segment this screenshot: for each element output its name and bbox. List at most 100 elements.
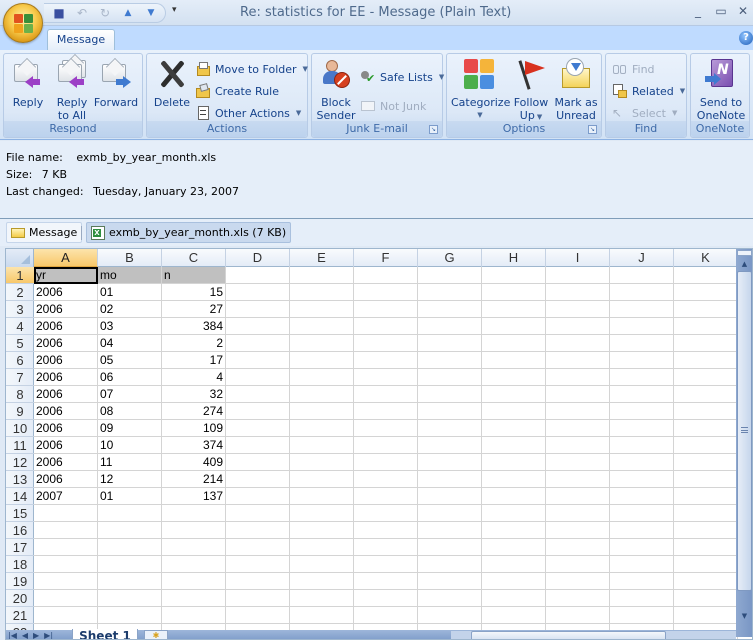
- cell-i14[interactable]: [546, 488, 610, 505]
- cell-d19[interactable]: [226, 573, 290, 590]
- cell-h4[interactable]: [482, 318, 546, 335]
- column-header-a[interactable]: A: [34, 249, 98, 267]
- other-actions-button[interactable]: Other Actions ▼: [195, 104, 301, 122]
- cell-g4[interactable]: [418, 318, 482, 335]
- reply-all-button[interactable]: Reply to All: [52, 58, 92, 122]
- cell-b8[interactable]: 07: [98, 386, 162, 403]
- cell-f16[interactable]: [354, 522, 418, 539]
- cell-c2[interactable]: 15: [162, 284, 226, 301]
- row-header-11[interactable]: 11: [6, 437, 34, 454]
- split-box[interactable]: [737, 250, 752, 256]
- cell-i6[interactable]: [546, 352, 610, 369]
- cell-g20[interactable]: [418, 590, 482, 607]
- not-junk-button[interactable]: Not Junk: [360, 97, 426, 115]
- cell-f5[interactable]: [354, 335, 418, 352]
- cell-f1[interactable]: [354, 267, 418, 284]
- cell-a1[interactable]: yr: [34, 267, 98, 284]
- cell-a12[interactable]: 2006: [34, 454, 98, 471]
- cell-h6[interactable]: [482, 352, 546, 369]
- cell-a20[interactable]: [34, 590, 98, 607]
- cell-b13[interactable]: 12: [98, 471, 162, 488]
- column-header-g[interactable]: G: [418, 249, 482, 267]
- cell-i1[interactable]: [546, 267, 610, 284]
- cell-a13[interactable]: 2006: [34, 471, 98, 488]
- cell-i3[interactable]: [546, 301, 610, 318]
- cell-a16[interactable]: [34, 522, 98, 539]
- cell-d5[interactable]: [226, 335, 290, 352]
- cell-c11[interactable]: 374: [162, 437, 226, 454]
- cell-g3[interactable]: [418, 301, 482, 318]
- cell-b11[interactable]: 10: [98, 437, 162, 454]
- cell-c10[interactable]: 109: [162, 420, 226, 437]
- close-button[interactable]: ✕: [735, 4, 751, 18]
- cell-a21[interactable]: [34, 607, 98, 624]
- cell-a3[interactable]: 2006: [34, 301, 98, 318]
- cell-c9[interactable]: 274: [162, 403, 226, 420]
- cell-e6[interactable]: [290, 352, 354, 369]
- cell-b4[interactable]: 03: [98, 318, 162, 335]
- dialog-launcher-icon[interactable]: ↘: [429, 125, 438, 134]
- categorize-button[interactable]: Categorize ▼: [451, 58, 510, 122]
- cell-d6[interactable]: [226, 352, 290, 369]
- cell-h5[interactable]: [482, 335, 546, 352]
- cell-b12[interactable]: 11: [98, 454, 162, 471]
- scroll-up-icon[interactable]: ▲: [737, 257, 752, 271]
- cell-c18[interactable]: [162, 556, 226, 573]
- cell-j7[interactable]: [610, 369, 674, 386]
- cell-j6[interactable]: [610, 352, 674, 369]
- cell-i21[interactable]: [546, 607, 610, 624]
- cell-f11[interactable]: [354, 437, 418, 454]
- cell-i16[interactable]: [546, 522, 610, 539]
- cell-a6[interactable]: 2006: [34, 352, 98, 369]
- cell-b9[interactable]: 08: [98, 403, 162, 420]
- horizontal-scroll-thumb[interactable]: [471, 631, 666, 639]
- cell-h15[interactable]: [482, 505, 546, 522]
- save-icon[interactable]: ■: [52, 6, 66, 20]
- cell-d15[interactable]: [226, 505, 290, 522]
- cell-e13[interactable]: [290, 471, 354, 488]
- cell-k4[interactable]: [674, 318, 738, 335]
- cell-c13[interactable]: 214: [162, 471, 226, 488]
- cell-h7[interactable]: [482, 369, 546, 386]
- cell-i9[interactable]: [546, 403, 610, 420]
- cell-k15[interactable]: [674, 505, 738, 522]
- row-header-10[interactable]: 10: [6, 420, 34, 437]
- cell-f4[interactable]: [354, 318, 418, 335]
- vertical-scrollbar[interactable]: ▲ ▼: [736, 249, 752, 637]
- cell-g9[interactable]: [418, 403, 482, 420]
- cell-f8[interactable]: [354, 386, 418, 403]
- cell-d1[interactable]: [226, 267, 290, 284]
- cell-h1[interactable]: [482, 267, 546, 284]
- cell-c16[interactable]: [162, 522, 226, 539]
- cell-h11[interactable]: [482, 437, 546, 454]
- cell-b19[interactable]: [98, 573, 162, 590]
- related-button[interactable]: Related ▼: [612, 82, 685, 100]
- cell-d20[interactable]: [226, 590, 290, 607]
- cell-i15[interactable]: [546, 505, 610, 522]
- cell-e21[interactable]: [290, 607, 354, 624]
- minimize-button[interactable]: _: [690, 4, 706, 18]
- cell-j12[interactable]: [610, 454, 674, 471]
- column-header-c[interactable]: C: [162, 249, 226, 267]
- scroll-down-icon[interactable]: ▼: [737, 609, 752, 623]
- cell-a11[interactable]: 2006: [34, 437, 98, 454]
- cell-e11[interactable]: [290, 437, 354, 454]
- cell-c15[interactable]: [162, 505, 226, 522]
- cell-j10[interactable]: [610, 420, 674, 437]
- cell-j9[interactable]: [610, 403, 674, 420]
- cell-b16[interactable]: [98, 522, 162, 539]
- cell-e7[interactable]: [290, 369, 354, 386]
- cell-h19[interactable]: [482, 573, 546, 590]
- help-icon[interactable]: ?: [739, 31, 753, 45]
- cell-j13[interactable]: [610, 471, 674, 488]
- cell-k1[interactable]: [674, 267, 738, 284]
- cell-c7[interactable]: 4: [162, 369, 226, 386]
- cell-d4[interactable]: [226, 318, 290, 335]
- cell-b15[interactable]: [98, 505, 162, 522]
- cell-g13[interactable]: [418, 471, 482, 488]
- cell-j5[interactable]: [610, 335, 674, 352]
- cell-d9[interactable]: [226, 403, 290, 420]
- cell-d7[interactable]: [226, 369, 290, 386]
- cell-h16[interactable]: [482, 522, 546, 539]
- select-button[interactable]: ↖ Select ▼: [612, 104, 677, 122]
